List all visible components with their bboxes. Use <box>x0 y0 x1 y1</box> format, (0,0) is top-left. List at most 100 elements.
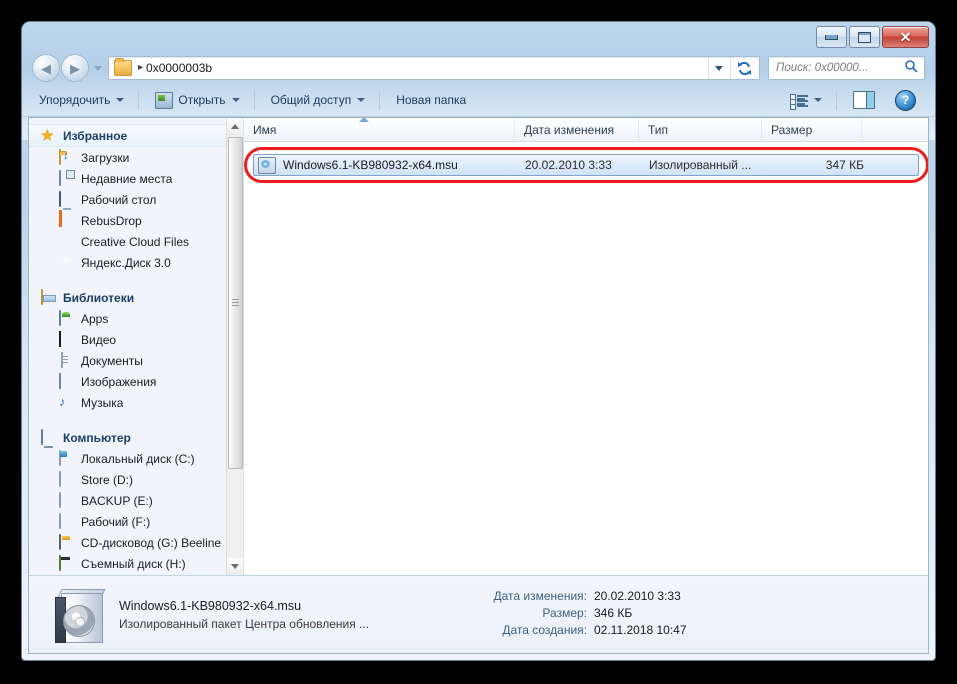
sidebar-item-pictures[interactable]: Изображения <box>29 371 243 392</box>
refresh-button[interactable] <box>730 57 757 79</box>
maximize-button[interactable] <box>849 26 880 48</box>
recent-pages-dropdown-icon[interactable] <box>94 65 102 71</box>
screenshot-root: ✕ ◀ ▶ ▸ 0x0000003b Поиск: 0x00000... Упо… <box>0 0 957 684</box>
sidebar-header-label: Избранное <box>63 128 128 143</box>
folder-icon <box>114 58 132 76</box>
sidebar-item-rebusdrop[interactable]: RebusDrop <box>29 209 243 231</box>
sidebar-header-computer[interactable]: Компьютер <box>29 427 243 448</box>
scroll-down-button[interactable] <box>227 558 243 575</box>
pictures-library-icon <box>59 372 75 390</box>
star-icon: ★ <box>41 126 54 143</box>
sidebar-header-favorites[interactable]: ★ Избранное <box>29 124 243 147</box>
change-view-button[interactable] <box>781 88 831 112</box>
column-header-label: Дата изменения <box>524 122 615 137</box>
share-button[interactable]: Общий доступ <box>262 88 375 112</box>
apps-library-icon <box>59 309 75 327</box>
system-drive-icon <box>59 449 75 467</box>
details-file-name: Windows6.1-KB980932-x64.msu <box>119 598 302 613</box>
sidebar-item-label: CD-дисковод (G:) Beeline <box>81 535 222 550</box>
details-field-label: Размер: <box>542 606 587 620</box>
column-header-type[interactable]: Тип <box>639 118 762 141</box>
file-list: Windows6.1-KB980932-x64.msu 20.02.2010 3… <box>244 142 928 575</box>
downloads-folder-icon <box>59 148 75 166</box>
column-header-label: Тип <box>648 122 669 137</box>
sidebar-item-recent-places[interactable]: Недавние места <box>29 168 243 189</box>
open-button[interactable]: Открыть <box>146 88 248 112</box>
help-button[interactable]: ? <box>886 88 925 112</box>
sidebar-item-cd-drive-g[interactable]: CD-дисковод (G:) Beeline <box>29 532 243 553</box>
table-row[interactable]: Windows6.1-KB980932-x64.msu 20.02.2010 3… <box>253 154 919 176</box>
sidebar-item-removable-drive[interactable]: Съемный диск (H:) <box>29 553 243 574</box>
file-list-pane: Имя Дата изменения Тип Размер Windows6.1… <box>244 118 928 575</box>
sidebar-item-documents[interactable]: Документы <box>29 350 243 371</box>
scrollbar-thumb[interactable] <box>228 137 243 469</box>
sidebar-item-music[interactable]: ♪ Музыка <box>29 392 243 413</box>
back-arrow-icon: ◀ <box>41 60 51 76</box>
scroll-up-button[interactable] <box>227 118 243 135</box>
sidebar-item-local-disk-c[interactable]: Локальный диск (C:) <box>29 448 243 469</box>
desktop-icon <box>59 190 75 208</box>
title-bar: ✕ <box>22 22 935 52</box>
close-icon: ✕ <box>899 29 912 45</box>
command-toolbar: Упорядочить Открыть Общий доступ Новая п… <box>22 84 935 117</box>
nav-group-favorites: ★ Избранное Загрузки <box>29 124 243 273</box>
organize-button[interactable]: Упорядочить <box>30 88 133 112</box>
msu-package-icon <box>258 156 276 174</box>
search-placeholder: Поиск: 0x00000... <box>776 62 869 74</box>
column-header-label: Размер <box>771 122 813 137</box>
minimize-button[interactable] <box>816 26 847 48</box>
sidebar-item-rabochiy-f[interactable]: Рабочий (F:) <box>29 511 243 532</box>
cd-drive-icon <box>59 533 75 551</box>
column-header-name[interactable]: Имя <box>244 118 515 141</box>
hard-drive-icon <box>59 491 75 509</box>
search-box[interactable]: Поиск: 0x00000... <box>768 56 925 80</box>
address-bar-row: ◀ ▶ ▸ 0x0000003b Поиск: 0x00000... <box>22 52 935 84</box>
sidebar-item-label: Рабочий стол <box>81 192 157 207</box>
details-pane: Windows6.1-KB980932-x64.msu Изолированны… <box>29 575 928 653</box>
documents-library-icon <box>59 351 75 369</box>
cell-date-modified: 20.02.2010 3:33 <box>525 158 612 172</box>
cell-file-name: Windows6.1-KB980932-x64.msu <box>283 158 458 172</box>
sidebar-item-apps[interactable]: Apps <box>29 308 243 329</box>
navigation-tree: ★ Избранное Загрузки <box>29 118 243 574</box>
details-field-value: 20.02.2010 3:33 <box>594 589 681 603</box>
details-file-description: Изолированный пакет Центра обновления ..… <box>119 616 370 631</box>
sidebar-scrollbar[interactable] <box>226 118 243 575</box>
sidebar-item-downloads[interactable]: Загрузки <box>29 147 243 168</box>
sidebar-item-label: Изображения <box>81 374 157 389</box>
sidebar-item-label: Недавние места <box>81 171 173 186</box>
sidebar-item-yandex-disk[interactable]: Яндекс.Диск 3.0 <box>29 252 243 273</box>
sidebar-item-label: Store (D:) <box>81 472 134 487</box>
new-folder-button[interactable]: Новая папка <box>387 88 475 112</box>
sidebar-item-backup-e[interactable]: BACKUP (E:) <box>29 490 243 511</box>
libraries-icon <box>41 288 57 306</box>
address-bar[interactable]: ▸ 0x0000003b <box>108 56 760 80</box>
sidebar-header-libraries[interactable]: Библиотеки <box>29 287 243 308</box>
breadcrumb-separator-icon[interactable]: ▸ <box>138 63 143 73</box>
nav-group-computer: Компьютер Локальный диск (C:) Store (D:)… <box>29 427 243 574</box>
panes-container: ★ Избранное Загрузки <box>29 118 928 575</box>
share-label: Общий доступ <box>270 93 352 107</box>
sidebar-item-label: Apps <box>81 311 109 326</box>
details-field-value: 02.11.2018 10:47 <box>594 623 687 637</box>
forward-arrow-icon: ▶ <box>70 60 80 76</box>
address-history-button[interactable] <box>708 57 729 79</box>
sidebar-item-label: Документы <box>81 353 143 368</box>
sidebar-item-creative-cloud-files[interactable]: Creative Cloud Files <box>29 231 243 252</box>
sidebar-item-desktop[interactable]: Рабочий стол <box>29 189 243 210</box>
cell-file-size: 347 КБ <box>825 158 864 172</box>
close-button[interactable]: ✕ <box>882 26 929 48</box>
column-header-size[interactable]: Размер <box>762 118 862 141</box>
breadcrumb-path[interactable]: 0x0000003b <box>146 61 212 75</box>
column-header-date-modified[interactable]: Дата изменения <box>515 118 639 141</box>
chevron-down-icon <box>357 98 366 102</box>
back-button[interactable]: ◀ <box>32 54 60 82</box>
details-field-value: 346 КБ <box>594 606 633 620</box>
sidebar-item-store-d[interactable]: Store (D:) <box>29 469 243 490</box>
search-icon[interactable] <box>904 59 918 78</box>
details-field-date-created: Дата создания: 02.11.2018 10:47 <box>439 623 687 637</box>
sidebar-item-video[interactable]: Видео <box>29 329 243 350</box>
toolbar-separator <box>253 90 255 110</box>
forward-button[interactable]: ▶ <box>61 54 89 82</box>
show-preview-pane-button[interactable] <box>844 88 884 112</box>
